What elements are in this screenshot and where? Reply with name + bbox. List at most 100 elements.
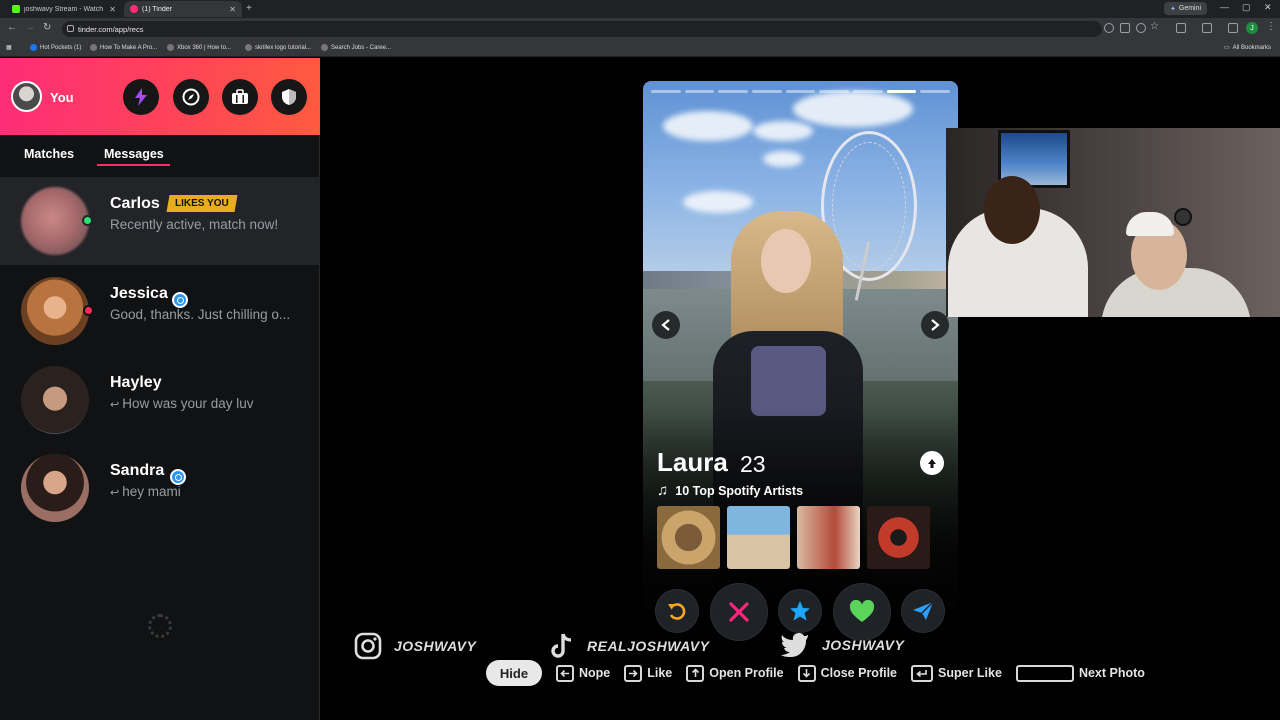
avatar-sandra bbox=[21, 454, 89, 522]
conversation-name: Hayley bbox=[110, 374, 162, 391]
chevron-right-icon bbox=[931, 319, 940, 331]
spotify-artist-art[interactable] bbox=[657, 506, 720, 569]
conversation-preview: ↩ How was your day luv bbox=[110, 396, 254, 411]
my-profile-link[interactable]: You bbox=[50, 90, 74, 105]
shortcut-open-profile: Open Profile bbox=[686, 664, 784, 682]
minimize-icon[interactable]: — bbox=[1220, 2, 1229, 12]
conversation-sandra[interactable]: Sandra ↩ hey mami bbox=[0, 444, 320, 532]
bookmark-item[interactable]: skrillex logo tutorial... bbox=[245, 44, 311, 51]
recent-status-dot bbox=[83, 305, 94, 316]
globe-icon bbox=[90, 44, 97, 51]
shortcut-label: Super Like bbox=[938, 666, 1002, 680]
twitter-icon bbox=[781, 633, 808, 657]
my-avatar[interactable] bbox=[11, 81, 42, 112]
avatar-hayley bbox=[21, 366, 89, 434]
conversation-name: Carlos bbox=[110, 195, 160, 212]
boost-button[interactable] bbox=[123, 79, 159, 115]
photo-progress-segment bbox=[651, 90, 681, 93]
shortcut-label: Like bbox=[647, 666, 673, 680]
conversation-hayley[interactable]: Hayley ↩ How was your day luv bbox=[0, 356, 320, 444]
super-like-button[interactable] bbox=[779, 590, 821, 632]
close-window-icon[interactable]: ✕ bbox=[1264, 2, 1272, 13]
work-mode-button[interactable] bbox=[222, 79, 258, 115]
conversation-jessica[interactable]: Jessica Good, thanks. Just chilling o... bbox=[0, 267, 320, 355]
tiktok-label: REALJOSHWAVY bbox=[587, 638, 710, 654]
location-icon[interactable] bbox=[1104, 23, 1114, 33]
close-tab-icon[interactable]: ✕ bbox=[229, 5, 236, 14]
conversation-carlos[interactable]: Carlos LIKES YOU Recently active, match … bbox=[0, 177, 320, 265]
shortcut-label: Nope bbox=[579, 666, 611, 680]
preview-text: hey mami bbox=[122, 484, 181, 499]
close-tab-icon[interactable]: ✕ bbox=[109, 5, 116, 14]
previous-photo-button[interactable] bbox=[652, 311, 680, 339]
explore-button[interactable] bbox=[173, 79, 209, 115]
all-bookmarks[interactable]: ▭ All Bookmarks bbox=[1224, 44, 1271, 52]
hide-shortcuts-button[interactable]: Hide bbox=[486, 660, 542, 686]
nope-button[interactable] bbox=[711, 584, 767, 640]
bookmark-label: How To Make A Pro... bbox=[100, 44, 158, 51]
likes-you-badge: LIKES YOU bbox=[166, 195, 238, 212]
bookmark-item[interactable]: How To Make A Pro... bbox=[90, 44, 157, 51]
instagram-icon bbox=[354, 632, 382, 660]
maximize-icon[interactable]: ▢ bbox=[1242, 2, 1251, 13]
sidebar-header: You bbox=[0, 58, 320, 135]
photo-progress-segment bbox=[752, 90, 782, 93]
tab-title: joshwavy Stream - Watch Live o bbox=[24, 5, 105, 13]
cast-icon[interactable] bbox=[1120, 23, 1130, 33]
gemini-button[interactable]: ✦ Gemini bbox=[1164, 2, 1208, 15]
browser-tab-kick[interactable]: joshwavy Stream - Watch Live o ✕ bbox=[6, 1, 122, 17]
briefcase-icon bbox=[232, 89, 248, 104]
avatar-carlos bbox=[21, 187, 89, 255]
shield-icon bbox=[282, 89, 296, 105]
next-photo-button[interactable] bbox=[921, 311, 949, 339]
conversation-name: Sandra bbox=[110, 462, 165, 479]
tab-matches[interactable]: Matches bbox=[24, 147, 74, 161]
url-field[interactable]: tinder.com/app/recs bbox=[62, 21, 1102, 37]
preview-text: How was your day luv bbox=[122, 396, 254, 411]
side-panel-icon[interactable] bbox=[1202, 23, 1212, 33]
spotify-artist-art[interactable] bbox=[797, 506, 860, 569]
rewind-icon bbox=[668, 603, 686, 620]
sidebar: You Matches Messages Carlos LIKES YOU Re… bbox=[0, 58, 320, 720]
photo-progress-segment bbox=[853, 90, 883, 93]
keyboard-shortcuts-bar: Hide Nope Like Open Profile Close Profil… bbox=[486, 660, 1159, 686]
new-tab-icon[interactable]: + bbox=[246, 3, 252, 14]
browser-tab-bar: joshwavy Stream - Watch Live o ✕ (1) Tin… bbox=[0, 0, 1280, 18]
bookmark-label: skrillex logo tutorial... bbox=[255, 44, 312, 51]
spotify-artist-art[interactable] bbox=[727, 506, 790, 569]
bookmark-item[interactable]: Search Jobs - Caree... bbox=[321, 44, 391, 51]
folder-icon: ▭ bbox=[1224, 45, 1230, 51]
zoom-icon[interactable] bbox=[1136, 23, 1146, 33]
site-info-icon[interactable] bbox=[67, 25, 74, 32]
extensions-icon[interactable] bbox=[1176, 23, 1186, 33]
online-status-dot bbox=[82, 215, 93, 226]
up-arrow-key-icon bbox=[686, 664, 705, 682]
bookmark-item[interactable]: Hot Pockets (1) bbox=[30, 44, 81, 51]
globe-icon bbox=[245, 44, 252, 51]
back-icon[interactable]: ← bbox=[7, 22, 17, 33]
sparkle-icon: ✦ bbox=[1170, 5, 1176, 13]
browser-tab-tinder[interactable]: (1) Tinder ✕ bbox=[124, 1, 242, 17]
left-arrow-key-icon bbox=[556, 664, 574, 682]
active-tab-underline bbox=[97, 164, 170, 166]
globe-icon bbox=[321, 44, 328, 51]
compass-icon bbox=[182, 88, 200, 106]
profile-age: 23 bbox=[740, 451, 766, 477]
bookmark-item[interactable]: Xbox 360 | How to... bbox=[167, 44, 231, 51]
photo-progress-segment bbox=[684, 90, 715, 93]
translate-icon[interactable] bbox=[1228, 23, 1238, 33]
spotify-artist-art[interactable] bbox=[867, 506, 930, 569]
bookmark-star-icon[interactable]: ☆ bbox=[1150, 21, 1159, 32]
shortcut-nope: Nope bbox=[556, 664, 611, 682]
tab-messages[interactable]: Messages bbox=[104, 147, 164, 161]
reload-icon[interactable]: ↻ bbox=[43, 22, 51, 33]
apps-grid-icon[interactable]: ▦ bbox=[6, 44, 12, 51]
forward-icon[interactable]: → bbox=[25, 22, 35, 33]
rewind-button[interactable] bbox=[656, 590, 698, 632]
boost-send-button[interactable] bbox=[902, 590, 944, 632]
profile-card[interactable]: Laura 23 ♫ 10 Top Spotify Artists bbox=[643, 81, 958, 608]
open-profile-button[interactable] bbox=[920, 451, 944, 475]
profile-avatar[interactable]: J bbox=[1246, 22, 1258, 34]
safety-button[interactable] bbox=[271, 79, 307, 115]
menu-dots-icon[interactable]: ⋮ bbox=[1266, 21, 1276, 32]
